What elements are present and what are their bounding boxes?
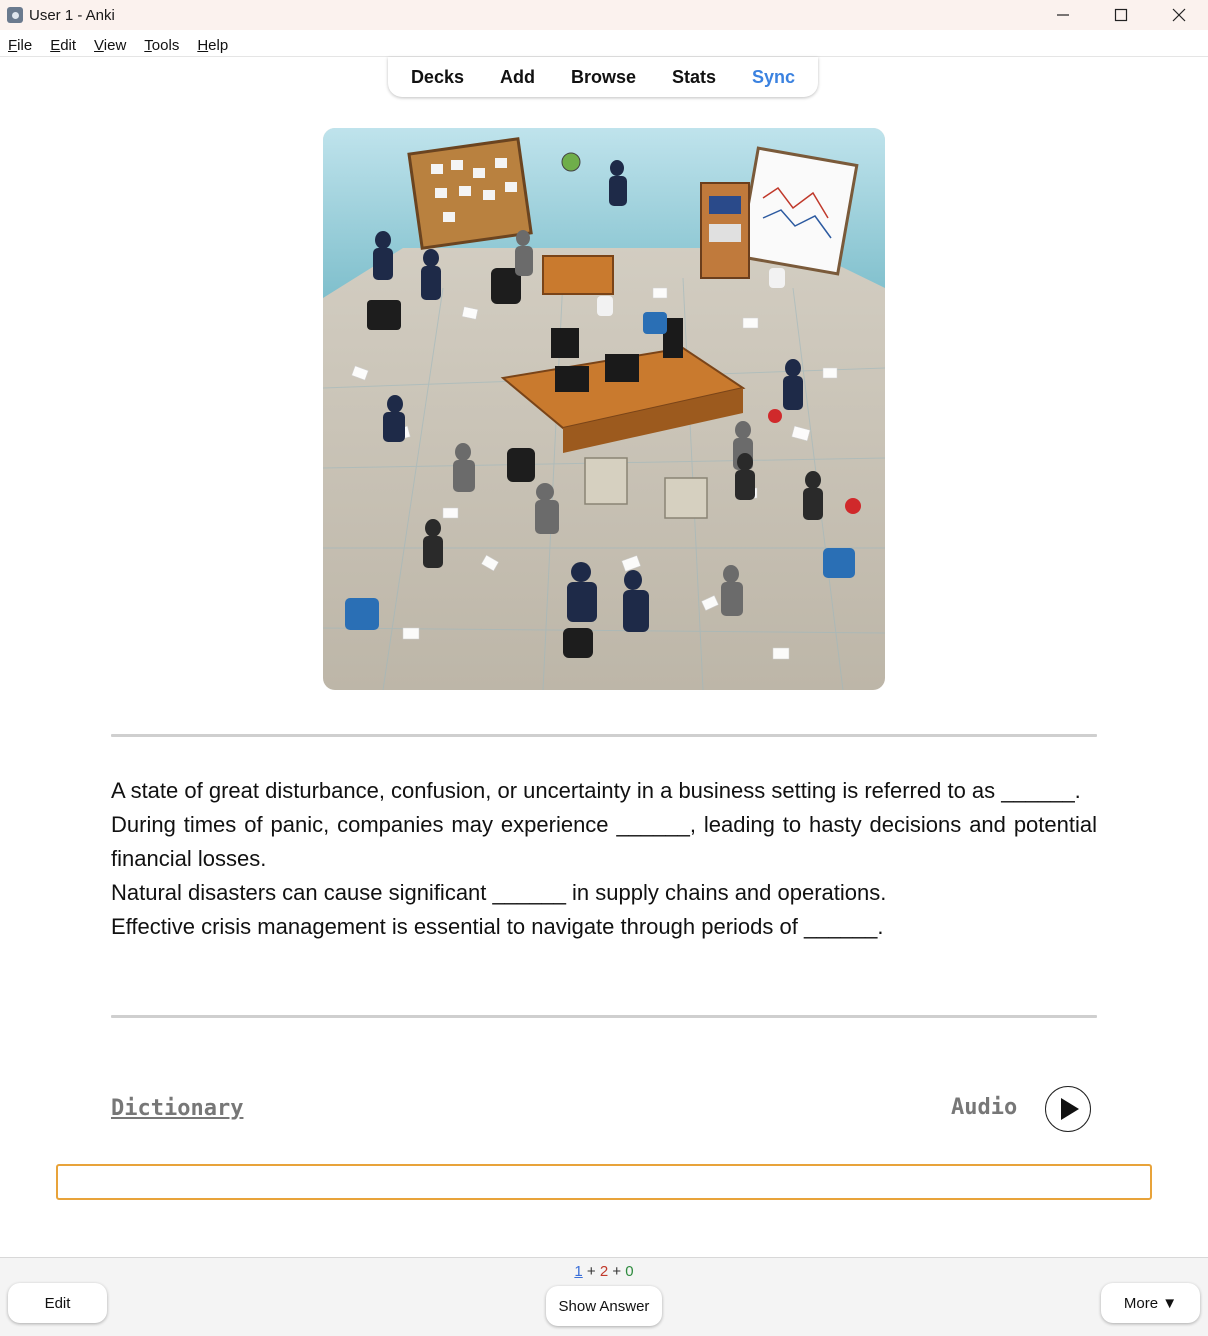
show-answer-button[interactable]: Show Answer [546, 1286, 662, 1326]
title-bar: User 1 - Anki [0, 0, 1208, 30]
menu-edit-label: dit [60, 36, 77, 54]
more-button[interactable]: More ▼ [1101, 1283, 1200, 1323]
audio-label: Audio [951, 1095, 1018, 1120]
minimize-button[interactable] [1034, 0, 1092, 30]
close-icon [1172, 8, 1186, 22]
menu-help-label: elp [208, 36, 229, 54]
menu-tools[interactable]: Tools [144, 37, 179, 54]
card-image [323, 128, 885, 690]
answer-input[interactable] [56, 1164, 1152, 1200]
sync-link[interactable]: Sync [734, 67, 813, 88]
stats-link[interactable]: Stats [654, 67, 734, 88]
play-icon [1061, 1098, 1079, 1120]
browse-link[interactable]: Browse [553, 67, 654, 88]
close-button[interactable] [1150, 0, 1208, 30]
menu-edit-mnemonic: E [50, 36, 61, 54]
add-link[interactable]: Add [482, 67, 553, 88]
chaotic-office-image [323, 128, 885, 690]
menu-file[interactable]: File [8, 37, 32, 54]
learn-count: 2 [599, 1263, 609, 1280]
menu-file-mnemonic: F [8, 36, 18, 54]
anki-app-icon [7, 7, 23, 23]
menu-view-mnemonic: V [94, 36, 104, 54]
audio-play-button[interactable] [1045, 1086, 1091, 1132]
menu-file-label: ile [17, 36, 33, 54]
menu-edit[interactable]: Edit [50, 37, 76, 54]
maximize-icon [1114, 8, 1128, 22]
minimize-icon [1057, 14, 1069, 16]
review-count: 0 [625, 1263, 634, 1280]
main-toolbar: Decks Add Browse Stats Sync [388, 57, 818, 97]
menu-help-mnemonic: H [197, 36, 209, 54]
edit-button[interactable]: Edit [8, 1283, 107, 1323]
window-title: User 1 - Anki [29, 6, 115, 24]
menu-bar: File Edit View Tools Help [0, 33, 238, 57]
menu-view-label: iew [103, 36, 127, 54]
maximize-button[interactable] [1092, 0, 1150, 30]
question-line-2: During times of panic, companies may exp… [111, 812, 1097, 871]
decks-link[interactable]: Decks [393, 67, 482, 88]
question-line-1: A state of great disturbance, confusion,… [111, 778, 1081, 803]
question-line-4: Effective crisis management is essential… [111, 914, 884, 939]
count-separator: + [612, 1263, 622, 1280]
menu-view[interactable]: View [94, 37, 126, 54]
count-separator: + [586, 1263, 596, 1280]
question-line-3: Natural disasters can cause significant … [111, 880, 887, 905]
menu-tools-mnemonic: T [144, 36, 152, 54]
due-counts: 1 + 2 + 0 [0, 1263, 1208, 1280]
separator-bottom [111, 1015, 1097, 1018]
separator-top [111, 734, 1097, 737]
dictionary-link[interactable]: Dictionary [111, 1096, 243, 1121]
new-count: 1 [574, 1263, 583, 1280]
window-controls [1034, 0, 1208, 30]
menu-tools-label: ools [151, 36, 180, 54]
question-text: A state of great disturbance, confusion,… [111, 774, 1097, 944]
menu-help[interactable]: Help [197, 37, 228, 54]
